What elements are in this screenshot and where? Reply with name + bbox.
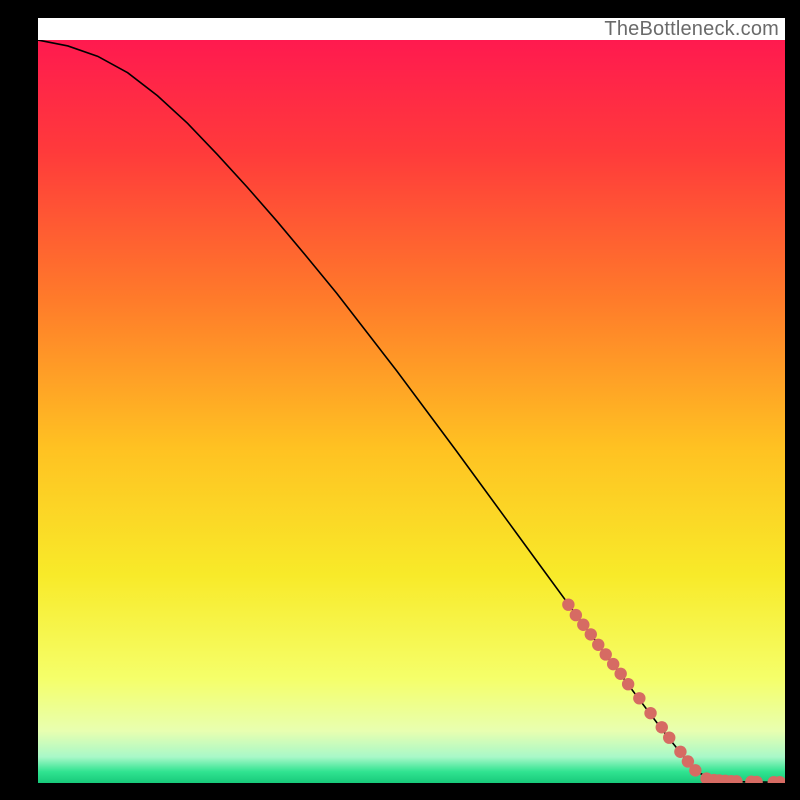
data-point — [644, 707, 656, 719]
data-point — [614, 668, 626, 680]
data-point — [562, 598, 574, 610]
data-point — [585, 628, 597, 640]
gradient-background — [38, 40, 785, 783]
data-point — [656, 721, 668, 733]
data-point — [663, 731, 675, 743]
data-point — [689, 764, 701, 776]
chart-svg — [38, 40, 785, 783]
chart-frame: TheBottleneck.com — [38, 18, 785, 783]
watermark-text: TheBottleneck.com — [604, 18, 779, 41]
data-point — [633, 692, 645, 704]
data-point — [622, 678, 634, 690]
chart-plot — [38, 40, 785, 783]
